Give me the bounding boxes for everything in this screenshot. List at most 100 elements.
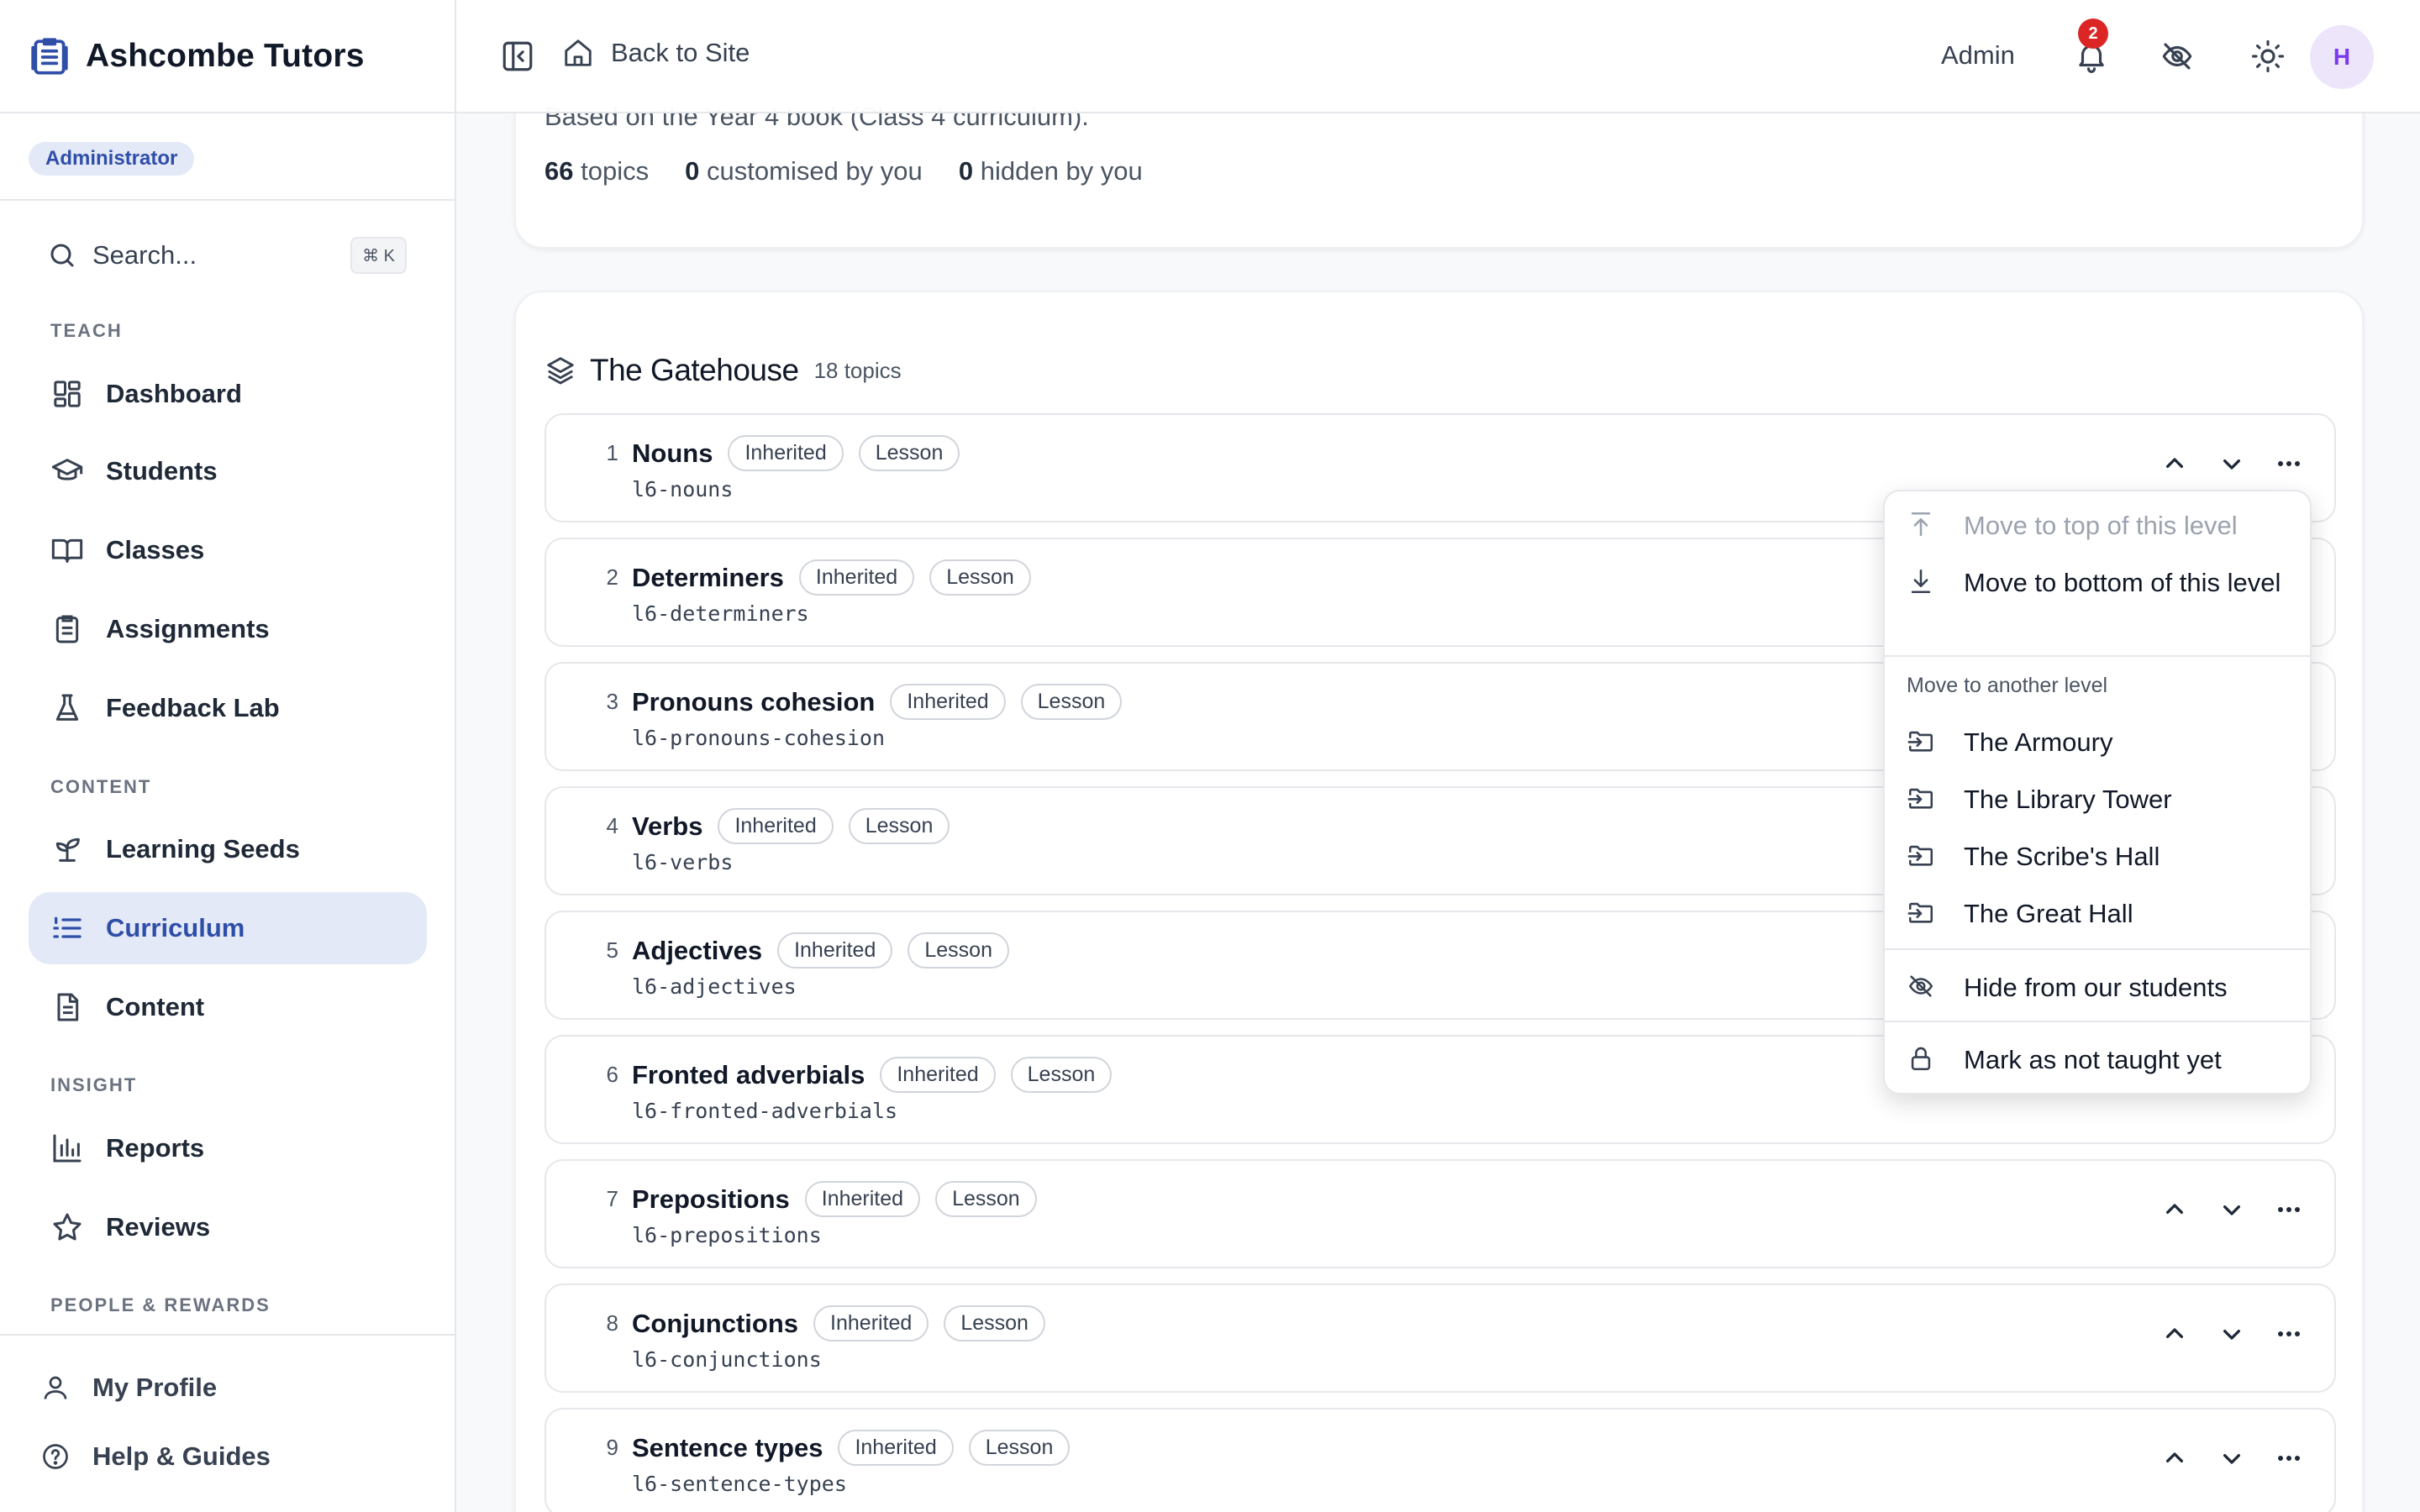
- sidebar-item-label: Reviews: [106, 1212, 211, 1242]
- topic-row[interactable]: 9 Sentence types Inherited Lesson l6-sen…: [544, 1408, 2336, 1512]
- sidebar-item-learning-seeds[interactable]: Learning Seeds: [29, 813, 427, 885]
- topic-heading: Determiners Inherited Lesson: [632, 559, 1046, 596]
- topic-title[interactable]: Verbs: [632, 811, 702, 842]
- topic-title[interactable]: Sentence types: [632, 1433, 823, 1463]
- chevron-up-icon: [2166, 1204, 2183, 1214]
- topic-heading: Prepositions Inherited Lesson: [632, 1181, 1052, 1217]
- book-open-icon: [50, 533, 84, 567]
- inherited-badge: Inherited: [728, 435, 844, 471]
- topic-title[interactable]: Determiners: [632, 563, 784, 593]
- move-up-button[interactable]: [2158, 1317, 2191, 1351]
- arrow-up-to-line-icon: [1907, 510, 1935, 538]
- sidebar-item-content[interactable]: Content: [29, 971, 427, 1043]
- eye-off-icon: [2162, 43, 2192, 70]
- sidebar-item-dashboard[interactable]: Dashboard: [29, 358, 427, 430]
- move-down-button[interactable]: [2215, 1441, 2249, 1475]
- menu-level-great-hall[interactable]: The Great Hall: [1885, 896, 2310, 932]
- sidebar-item-feedback-lab[interactable]: Feedback Lab: [29, 672, 427, 744]
- row-actions: [2134, 447, 2306, 480]
- row-actions: [2134, 1193, 2306, 1226]
- topic-heading: Conjunctions Inherited Lesson: [632, 1305, 1060, 1341]
- lesson-badge: Lesson: [908, 932, 1009, 969]
- sidebar: Ashcombe Tutors Administrator Search... …: [0, 0, 456, 1512]
- sidebar-search[interactable]: Search... ⌘ K: [29, 228, 407, 282]
- move-down-button[interactable]: [2215, 447, 2249, 480]
- eye-off-icon: [1907, 972, 1935, 1000]
- folder-input-icon: [1907, 727, 1935, 755]
- level-title: The Gatehouse: [590, 353, 799, 387]
- brand-name: Ashcombe Tutors: [86, 37, 365, 74]
- topic-number: 6: [606, 1062, 618, 1087]
- menu-move-to-top[interactable]: Move to top of this level: [1885, 508, 2310, 543]
- topic-title[interactable]: Nouns: [632, 438, 713, 469]
- sidebar-item-label: Reports: [106, 1133, 205, 1163]
- sidebar-item-assignments[interactable]: Assignments: [29, 593, 427, 665]
- topic-number: 3: [606, 689, 618, 714]
- menu-move-to-bottom[interactable]: Move to bottom of this level: [1885, 565, 2310, 601]
- back-to-site-link[interactable]: Back to Site: [562, 37, 750, 69]
- sidebar-item-label: Feedback Lab: [106, 693, 280, 722]
- topic-title[interactable]: Adjectives: [632, 936, 762, 966]
- sidebar-item-label: Curriculum: [106, 913, 245, 942]
- theme-toggle-button[interactable]: [2250, 39, 2286, 74]
- more-options-button[interactable]: [2272, 1317, 2306, 1351]
- chevron-up-icon: [2166, 458, 2183, 468]
- topic-title[interactable]: Conjunctions: [632, 1309, 798, 1339]
- topic-options-menu: Move to top of this level Move to bottom…: [1883, 490, 2312, 1095]
- lesson-badge: Lesson: [929, 559, 1031, 596]
- brand[interactable]: Ashcombe Tutors: [0, 0, 455, 113]
- sidebar-item-reports[interactable]: Reports: [29, 1112, 427, 1184]
- folder-input-icon: [1907, 841, 1935, 869]
- sidebar-toggle-button[interactable]: [500, 39, 535, 74]
- user-avatar[interactable]: H: [2310, 25, 2374, 89]
- sidebar-item-curriculum[interactable]: Curriculum: [29, 892, 427, 964]
- hidden-content-toggle[interactable]: [2160, 39, 2195, 74]
- move-up-button[interactable]: [2158, 1441, 2191, 1475]
- menu-mark-not-taught-label: Mark as not taught yet: [1964, 1045, 2222, 1074]
- menu-level-library-tower[interactable]: The Library Tower: [1885, 782, 2310, 817]
- topic-title[interactable]: Pronouns cohesion: [632, 687, 875, 717]
- clipboard-logo-icon: [29, 35, 71, 77]
- menu-mark-not-taught[interactable]: Mark as not taught yet: [1885, 1042, 2310, 1078]
- hidden-label: hidden by you: [980, 156, 1143, 186]
- my-profile-link[interactable]: My Profile: [40, 1373, 217, 1403]
- topic-title[interactable]: Fronted adverbials: [632, 1060, 865, 1090]
- layers-icon: [544, 354, 576, 386]
- topic-row[interactable]: 8 Conjunctions Inherited Lesson l6-conju…: [544, 1284, 2336, 1393]
- menu-level-label: The Scribe's Hall: [1964, 842, 2160, 871]
- clipboard-list-icon: [50, 612, 84, 646]
- section-teach: TEACH: [50, 320, 123, 341]
- move-down-button[interactable]: [2215, 1317, 2249, 1351]
- star-icon: [50, 1210, 84, 1244]
- topic-title[interactable]: Prepositions: [632, 1184, 790, 1215]
- topic-row[interactable]: 7 Prepositions Inherited Lesson l6-prepo…: [544, 1159, 2336, 1268]
- menu-level-scribes-hall[interactable]: The Scribe's Hall: [1885, 839, 2310, 874]
- inherited-badge: Inherited: [804, 1181, 921, 1217]
- admin-mode-label[interactable]: Admin: [1941, 40, 2015, 71]
- sidebar-item-classes[interactable]: Classes: [29, 514, 427, 586]
- sidebar-item-reviews[interactable]: Reviews: [29, 1191, 427, 1263]
- role-area: Administrator: [0, 113, 455, 201]
- menu-level-label: The Great Hall: [1964, 899, 2133, 928]
- menu-level-armoury[interactable]: The Armoury: [1885, 725, 2310, 760]
- inherited-badge: Inherited: [813, 1305, 929, 1341]
- more-options-button[interactable]: [2272, 1441, 2306, 1475]
- move-up-button[interactable]: [2158, 1193, 2191, 1226]
- role-badge: Administrator: [29, 142, 195, 176]
- menu-hide-from-students[interactable]: Hide from our students: [1885, 970, 2310, 1005]
- menu-divider: [1885, 1021, 2310, 1022]
- move-down-button[interactable]: [2215, 1193, 2249, 1226]
- search-shortcut: ⌘ K: [350, 237, 407, 274]
- more-options-button[interactable]: [2272, 447, 2306, 480]
- inherited-badge: Inherited: [838, 1430, 954, 1466]
- topic-number: 8: [606, 1310, 618, 1336]
- move-up-button[interactable]: [2158, 447, 2191, 480]
- sidebar-item-students[interactable]: Students: [29, 435, 427, 507]
- more-options-button[interactable]: [2272, 1193, 2306, 1226]
- menu-divider: [1885, 655, 2310, 657]
- chevron-down-icon: [2223, 1330, 2240, 1340]
- help-guides-link[interactable]: Help & Guides: [40, 1441, 271, 1472]
- dashboard-icon: [50, 377, 84, 411]
- menu-move-to-top-label: Move to top of this level: [1964, 511, 2238, 540]
- lesson-badge: Lesson: [858, 435, 960, 471]
